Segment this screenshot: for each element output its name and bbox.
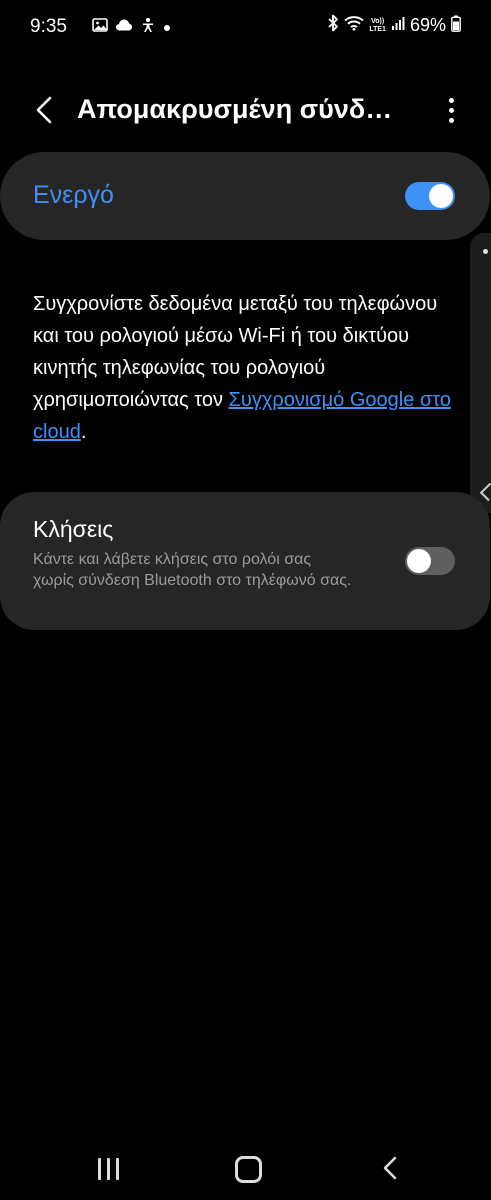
accessibility-icon — [140, 17, 156, 38]
lte-label: LTE1 — [369, 25, 386, 33]
battery-icon — [451, 15, 461, 37]
calls-setting-card[interactable]: Κλήσεις Κάντε και λάβετε κλήσεις στο ρολ… — [0, 492, 490, 630]
home-icon[interactable] — [235, 1156, 262, 1183]
more-vertical-icon — [448, 97, 454, 103]
recent-apps-icon[interactable] — [98, 1158, 122, 1180]
signal-icon — [391, 15, 405, 36]
gallery-icon — [92, 17, 108, 38]
status-bar: 9:35 Vo)) LTE1 69% — [0, 0, 491, 54]
back-icon[interactable] — [378, 1154, 402, 1182]
toggle-knob — [429, 184, 453, 208]
screen: 9:35 Vo)) LTE1 69% Απομακρυσμένη σύνδ… Ε… — [0, 0, 491, 1200]
calls-title: Κλήσεις — [33, 516, 114, 542]
bluetooth-icon — [327, 14, 339, 37]
navigation-bar — [0, 1140, 491, 1196]
status-left-icons — [92, 17, 171, 38]
chevron-left-icon — [36, 96, 52, 124]
description-text: Συγχρονίστε δεδομένα μεταξύ του τηλεφώνο… — [33, 288, 453, 448]
master-switch-toggle[interactable] — [405, 182, 455, 210]
volte-label: Vo)) — [371, 17, 385, 25]
wifi-icon — [344, 15, 365, 36]
edge-handle-icon — [479, 482, 491, 502]
calls-description: Κάντε και λάβετε κλήσεις στο ρολόι σας χ… — [33, 551, 352, 589]
edge-panel-handle[interactable] — [470, 233, 491, 513]
cloud-icon — [115, 18, 133, 37]
back-button[interactable] — [28, 90, 60, 130]
description-suffix: . — [80, 421, 87, 443]
status-right-icons: Vo)) LTE1 69% — [327, 14, 461, 37]
battery-percent: 69% — [409, 15, 446, 35]
more-vertical-icon-dot — [448, 117, 454, 123]
page-title: Απομακρυσμένη σύνδ… — [77, 94, 393, 124]
edge-dot — [483, 249, 488, 254]
master-switch-label: Ενεργό — [33, 181, 114, 209]
more-vertical-icon-dot — [448, 107, 454, 113]
more-options-button[interactable] — [439, 92, 463, 128]
status-time: 9:35 — [30, 16, 67, 37]
calls-toggle[interactable] — [405, 547, 455, 575]
app-bar: Απομακρυσμένη σύνδ… — [0, 80, 491, 140]
volte-lte-icon: Vo)) LTE1 — [369, 18, 386, 34]
toggle-knob — [407, 549, 431, 573]
notification-dot-icon — [163, 19, 171, 37]
